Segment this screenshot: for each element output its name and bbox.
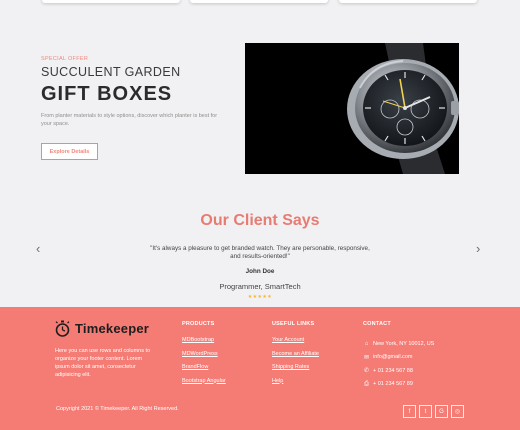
product-link-bootstrap-angular[interactable]: Bootstrap Angular [182, 378, 226, 392]
useful-links-heading: Useful links [272, 321, 315, 327]
copyright-text: Copyright 2021 © Timekeeper. All Right R… [56, 406, 179, 412]
contact-address: ⌂ New York, NY 10012, US [363, 337, 435, 351]
testimonial-role: Programmer, SmartTech [219, 282, 301, 291]
watch-image [245, 43, 459, 174]
google-icon[interactable]: G [435, 405, 448, 418]
contact-email: ✉ info@gmail.com [363, 351, 434, 365]
useful-link-affiliate[interactable]: Become an Affiliate [272, 351, 319, 365]
footer-logo[interactable]: Timekeeper [54, 320, 149, 337]
testimonial-quote: "It's always a pleasure to get branded w… [150, 245, 370, 260]
useful-link-shipping[interactable]: Shipping Rates [272, 364, 319, 378]
useful-link-account[interactable]: Your Account [272, 337, 319, 351]
instagram-icon[interactable]: ◎ [451, 405, 464, 418]
twitter-icon[interactable]: t [419, 405, 432, 418]
product-cards-row [42, 0, 478, 4]
useful-links-column: Useful links Your Account Become an Affi… [272, 321, 319, 391]
contact-address-text: New York, NY 10012, US [373, 340, 435, 347]
home-icon: ⌂ [364, 340, 369, 347]
product-card[interactable] [42, 0, 180, 3]
footer: Timekeeper Here you can use rows and col… [0, 307, 520, 430]
rating-stars-icon: ★★★★★ [247, 294, 273, 300]
products-heading: Products [182, 321, 215, 327]
product-link-mdwordpress[interactable]: MDWordPress [182, 351, 226, 365]
contact-fax: ⎙ + 01 234 567 89 [363, 378, 434, 392]
watch-illustration [347, 43, 459, 174]
contact-heading: Contact [363, 321, 391, 327]
footer-about-text: Here you can use rows and columns to org… [55, 348, 151, 378]
useful-link-help[interactable]: Help [272, 378, 319, 392]
carousel-next-arrow-icon[interactable]: › [476, 241, 480, 256]
carousel-prev-arrow-icon[interactable]: ‹ [36, 241, 40, 256]
offer-block: Special offer SUCCULENT GARDEN GIFT BOXE… [41, 56, 231, 128]
facebook-icon[interactable]: f [403, 405, 416, 418]
social-links: f t G ◎ [403, 405, 464, 418]
offer-title-line1: SUCCULENT GARDEN [41, 65, 181, 79]
offer-title-line2: GIFT BOXES [41, 83, 173, 105]
offer-kicker: Special offer [41, 56, 89, 62]
phone-icon: ✆ [363, 368, 370, 375]
contact-fax-text: + 01 234 567 89 [373, 381, 413, 388]
brand-name: Timekeeper [75, 321, 150, 336]
product-link-mdbootstrap[interactable]: MDBootstrap [182, 337, 226, 351]
contact-phone: ✆ + 01 234 567 88 [363, 364, 434, 378]
explore-details-button[interactable]: Explore Details [41, 143, 98, 160]
print-icon: ⎙ [364, 380, 369, 387]
contact-column: Contact ⌂ New York, NY 10012, US ✉ info@… [363, 321, 434, 391]
envelope-icon: ✉ [363, 354, 370, 361]
product-card[interactable] [339, 0, 477, 3]
offer-description: From planter materials to style options,… [41, 113, 218, 127]
contact-email-text: info@gmail.com [373, 354, 413, 361]
product-card[interactable] [190, 0, 328, 3]
testimonials-heading: Our Client Says [200, 212, 320, 229]
stopwatch-icon [55, 320, 70, 337]
testimonial-name: John Doe [245, 268, 275, 275]
product-link-brandflow[interactable]: BrandFlow [182, 364, 226, 378]
products-column: Products MDBootstrap MDWordPress BrandFl… [182, 321, 226, 391]
contact-phone-text: + 01 234 567 88 [373, 367, 413, 374]
